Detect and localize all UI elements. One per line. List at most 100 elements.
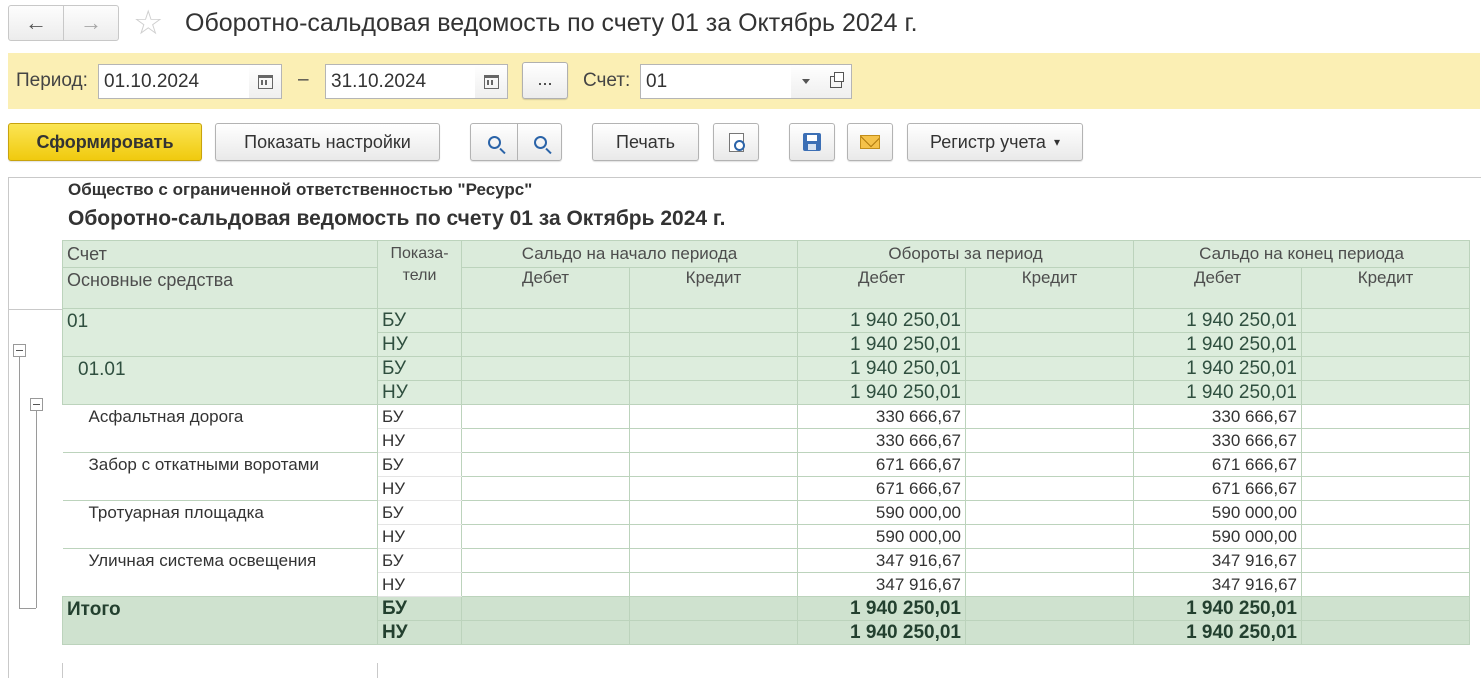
turnover-debit-cell: 1 940 250,01 [797, 356, 966, 381]
arrow-left-icon: ← [25, 10, 47, 35]
period-panel: Период: 01.10.2024 – 31.10.2024 ... Счет… [8, 53, 1480, 109]
period-from-input[interactable]: 01.10.2024 [98, 64, 250, 99]
register-dropdown-button[interactable]: Регистр учета ▾ [907, 123, 1083, 161]
period-from-calendar-button[interactable] [249, 64, 282, 99]
turnover-debit-cell: 347 916,67 [797, 548, 966, 573]
closing-debit-cell: 1 940 250,01 [1133, 308, 1303, 333]
total-row[interactable]: Итого БУ 1 940 250,01 1 940 250,01 [62, 596, 1471, 645]
indicator-cell: БУ [377, 404, 462, 429]
title-bar: ← → ☆ Оборотно-сальдовая ведомость по сч… [0, 0, 1481, 50]
header-indicators: Показа- тели [377, 240, 462, 309]
column-divider [377, 663, 378, 678]
indicator-cell: БУ [377, 356, 462, 381]
closing-debit-cell: 1 940 250,01 [1133, 332, 1303, 357]
table-row[interactable]: Асфальтная дорога БУ 330 666,67 330 666,… [62, 404, 1471, 453]
find-next-button[interactable] [517, 124, 563, 160]
arrow-right-icon: → [80, 10, 102, 35]
turnover-debit-cell: 671 666,67 [797, 452, 966, 477]
header-turnover: Обороты за период [796, 240, 1135, 268]
turnover-debit-cell: 347 916,67 [797, 572, 966, 597]
turnover-debit-cell: 590 000,00 [797, 500, 966, 525]
table-row[interactable]: Уличная система освещения БУ 347 916,67 … [62, 548, 1471, 597]
indicator-cell: НУ [377, 332, 462, 357]
indicator-cell: БУ [377, 452, 462, 477]
header-account-subconto: Основные средства [62, 267, 378, 309]
period-to-calendar-button[interactable] [475, 64, 508, 99]
closing-debit-cell: 330 666,67 [1133, 428, 1303, 453]
send-email-button[interactable] [847, 123, 893, 161]
closing-debit-cell: 347 916,67 [1133, 548, 1303, 573]
indicator-cell: НУ [377, 380, 462, 405]
column-divider [62, 663, 63, 678]
turnover-debit-cell: 1 940 250,01 [797, 308, 966, 333]
search-icon [487, 135, 501, 149]
calendar-icon [257, 74, 273, 89]
header-closing-credit: Кредит [1301, 267, 1471, 309]
closing-debit-cell: 590 000,00 [1133, 524, 1303, 549]
indicator-cell: БУ [377, 308, 462, 333]
search-group [470, 123, 562, 161]
indicator-cell: НУ [377, 620, 462, 645]
register-label: Регистр учета [930, 131, 1046, 152]
indicator-cell: БУ [377, 548, 462, 573]
table-row[interactable]: Тротуарная площадка БУ 590 000,00 590 00… [62, 500, 1471, 549]
find-button[interactable] [471, 124, 517, 160]
header-opening-debit: Дебет [461, 267, 630, 309]
indicator-cell: БУ [377, 596, 462, 621]
closing-debit-cell: 330 666,67 [1133, 404, 1303, 429]
report-title: Оборотно-сальдовая ведомость по счету 01… [68, 207, 726, 230]
generate-button[interactable]: Сформировать [8, 123, 202, 161]
closing-debit-cell: 1 940 250,01 [1133, 620, 1303, 645]
account-dropdown-button[interactable] [791, 64, 821, 99]
account-input[interactable]: 01 [640, 64, 792, 99]
gutter-divider [8, 309, 62, 310]
collapse-icon[interactable] [30, 398, 43, 411]
forward-button[interactable]: → [63, 6, 118, 40]
turnover-debit-cell: 330 666,67 [797, 404, 966, 429]
asset-name-cell: Забор с откатными воротами [62, 452, 378, 501]
closing-debit-cell: 1 940 250,01 [1133, 380, 1303, 405]
collapse-icon[interactable] [13, 344, 26, 357]
table-row[interactable]: 01.01 БУ 1 940 250,01 1 940 250,01 [62, 356, 1471, 405]
total-label: Итого [62, 596, 378, 645]
closing-debit-cell: 671 666,67 [1133, 452, 1303, 477]
table-row[interactable]: Забор с откатными воротами БУ 671 666,67… [62, 452, 1471, 501]
header-account: Счет [62, 240, 378, 268]
turnover-debit-cell: 1 940 250,01 [797, 596, 966, 621]
navigation-buttons: ← → [8, 5, 119, 41]
table-row[interactable]: 01 БУ 1 940 250,01 1 940 250,01 [62, 308, 1471, 357]
indicator-cell: НУ [377, 428, 462, 453]
subaccount-cell: 01.01 [62, 356, 378, 405]
asset-name-cell: Уличная система освещения [62, 548, 378, 597]
period-to-input[interactable]: 31.10.2024 [325, 64, 476, 99]
indicator-cell: НУ [377, 476, 462, 501]
period-dash: – [298, 69, 309, 90]
indicator-cell: НУ [377, 524, 462, 549]
favorite-star-icon[interactable]: ☆ [133, 4, 163, 42]
closing-debit-cell: 671 666,67 [1133, 476, 1303, 501]
header-turnover-debit: Дебет [797, 267, 966, 309]
search-next-icon [533, 135, 547, 149]
indicator-cell: БУ [377, 500, 462, 525]
account-open-button[interactable] [820, 64, 852, 99]
closing-debit-cell: 590 000,00 [1133, 500, 1303, 525]
account-cell: 01 [62, 308, 378, 357]
organization-name: Общество с ограниченной ответственностью… [68, 180, 533, 199]
closing-debit-cell: 347 916,67 [1133, 572, 1303, 597]
show-settings-button[interactable]: Показать настройки [215, 123, 440, 161]
tree-line [19, 357, 20, 608]
indicator-cell: НУ [377, 572, 462, 597]
print-button[interactable]: Печать [592, 123, 699, 161]
report-table: Счет Показа- тели Сальдо на начало перио… [62, 240, 1471, 645]
header-closing-debit: Дебет [1133, 267, 1303, 309]
preview-button[interactable] [713, 123, 759, 161]
closing-debit-cell: 1 940 250,01 [1133, 356, 1303, 381]
save-button[interactable] [789, 123, 835, 161]
header-opening-credit: Кредит [629, 267, 798, 309]
turnover-debit-cell: 1 940 250,01 [797, 620, 966, 645]
back-button[interactable]: ← [9, 6, 63, 40]
header-opening-balance: Сальдо на начало периода [461, 240, 798, 268]
tree-line [36, 411, 37, 608]
period-select-button[interactable]: ... [522, 62, 568, 99]
calendar-icon [483, 74, 499, 89]
